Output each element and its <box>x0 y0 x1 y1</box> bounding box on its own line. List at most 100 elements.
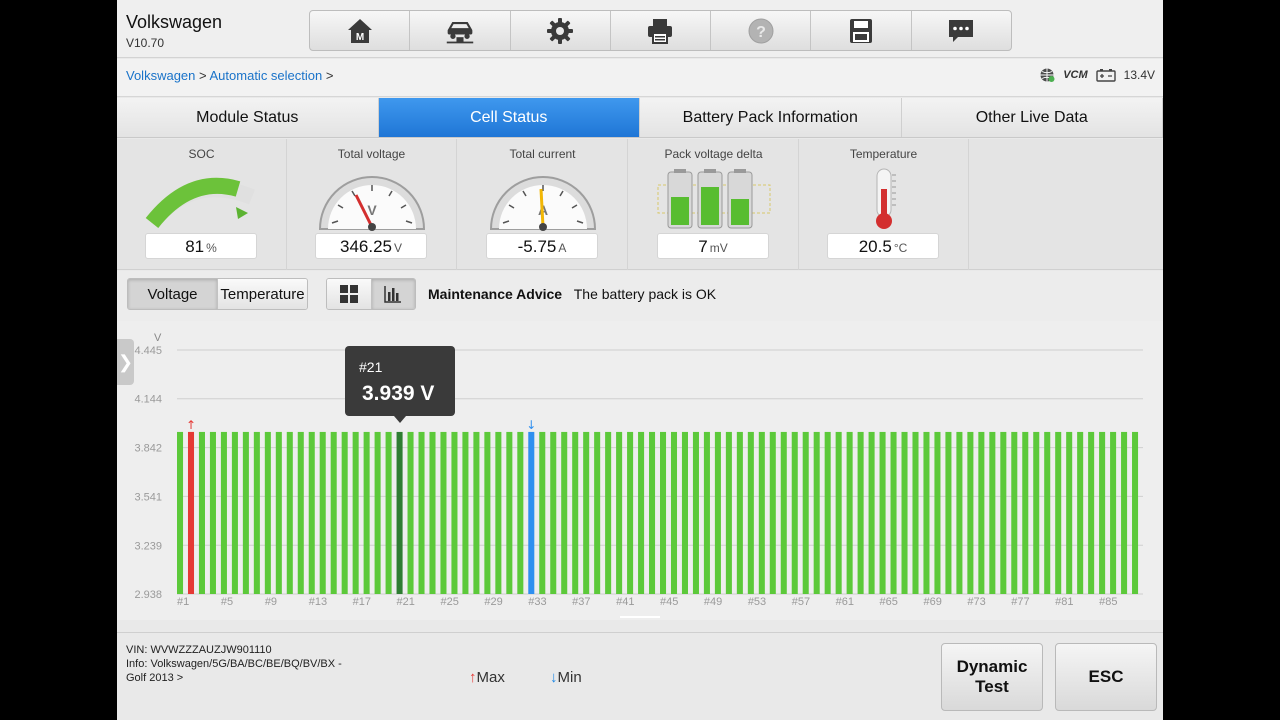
voltage-dial-icon: V <box>318 176 425 231</box>
bar-cell-55 <box>769 431 776 594</box>
soc-unit: % <box>206 241 217 255</box>
bar-cell-34 <box>539 431 546 594</box>
bar-cell-73 <box>967 431 974 594</box>
bar-cell-87 <box>1121 431 1128 594</box>
bar-cell-44 <box>649 431 656 594</box>
dynamic-test-label-2: Test <box>975 677 1009 696</box>
cell-voltage-bar-chart: V 2.938 3.239 3.541 3.842 4.144 4.445 ↑ ↓ #1 #5 #9 #… <box>134 332 1143 618</box>
breadcrumb: Volkswagen > Automatic selection > <box>126 68 333 83</box>
bar-cell-81 <box>1055 431 1062 594</box>
bar-cell-52 <box>736 431 743 594</box>
tooltip-cell: #21 <box>359 359 383 375</box>
bar-cell-48 <box>692 431 699 594</box>
home-button[interactable]: M <box>310 11 411 50</box>
temperature-toggle-button[interactable]: Temperature <box>217 279 307 309</box>
x-tick-label: #77 <box>1011 596 1029 608</box>
bar-cell-60 <box>824 431 831 594</box>
temperature-unit: °C <box>893 241 908 255</box>
y-axis-label: V <box>154 332 162 344</box>
dynamic-test-button[interactable]: Dynamic Test <box>941 643 1043 711</box>
y-tick-label: 4.144 <box>134 394 162 406</box>
side-panel-handle[interactable]: ❯ <box>117 339 134 385</box>
y-tick-label: 2.938 <box>134 589 162 601</box>
tab-cell-status[interactable]: Cell Status <box>378 98 640 137</box>
bar-cell-53 <box>747 431 754 594</box>
settings-button[interactable] <box>511 11 611 50</box>
x-tick-label: #49 <box>704 596 722 608</box>
legend-max-label: Max <box>476 669 505 686</box>
bar-cell-47 <box>681 431 688 594</box>
chart-controls: Voltage Temperature Maintenance Advice T… <box>117 271 1163 321</box>
bar-cell-41 <box>616 431 623 594</box>
toolbar: M ? <box>309 10 1012 51</box>
bar-cell-63 <box>857 431 864 594</box>
legend-min-label: Min <box>557 669 582 686</box>
tab-other-live-data[interactable]: Other Live Data <box>901 98 1163 137</box>
bar-cell-35 <box>550 431 557 594</box>
delta-title: Pack voltage delta <box>664 147 763 161</box>
delta-value-box: 7 mV <box>657 233 769 259</box>
bar-cell-22 <box>407 431 414 594</box>
voltage-title: Total voltage <box>337 147 406 161</box>
delta-value: 7 <box>698 237 708 256</box>
display-mode-toggle <box>326 278 416 310</box>
bar-cell-56 <box>780 431 787 594</box>
voltage-toggle-button[interactable]: Voltage <box>128 279 217 309</box>
x-tick-label: #29 <box>484 596 502 608</box>
bar-cell-40 <box>605 431 612 594</box>
vehicle-info: VIN: WVWZZZAUZJW901110 Info: Volkswagen/… <box>126 643 366 685</box>
bar-cell-31 <box>506 431 513 594</box>
vehicle-lift-button[interactable] <box>410 11 511 50</box>
app-title: Volkswagen <box>126 12 223 32</box>
bar-cell-69 <box>923 431 930 594</box>
bar-cell-77 <box>1011 431 1018 594</box>
x-tick-label: #21 <box>397 596 415 608</box>
bar-cell-2 <box>187 431 195 594</box>
cell-voltage-chart: V 2.938 3.239 3.541 3.842 4.144 4.445 ↑ ↓ #1 #5 #9 #… <box>117 321 1163 620</box>
delta-unit: mV <box>709 241 728 255</box>
bar-cell-26 <box>451 431 458 594</box>
temperature-title: Temperature <box>849 147 918 161</box>
bar-cell-3 <box>198 431 205 594</box>
y-tick-label: 4.445 <box>134 345 162 357</box>
brand: Volkswagen V10.70 <box>126 12 222 50</box>
current-value-box: -5.75 A <box>486 233 598 259</box>
esc-button[interactable]: ESC <box>1055 643 1157 711</box>
gear-icon <box>547 17 574 44</box>
bar-cell-78 <box>1022 431 1029 594</box>
y-tick-label: 3.541 <box>134 491 162 503</box>
info-line-1: Info: Volkswagen/5G/BA/BC/BE/BQ/BV/BX - <box>126 658 342 670</box>
header: Volkswagen V10.70 M ? <box>117 0 1163 58</box>
bar-chart-icon <box>384 286 402 303</box>
pack-voltage-delta-gauge: Pack voltage delta 7 mV <box>629 139 799 270</box>
x-tick-label: #17 <box>353 596 371 608</box>
help-icon: ? <box>748 18 774 43</box>
bar-chart-view-button[interactable] <box>370 279 415 309</box>
x-tick-label: #57 <box>792 596 810 608</box>
arrow-down-icon: ↓ <box>550 669 558 686</box>
bar-cell-71 <box>945 431 952 594</box>
bar-cell-11 <box>286 431 293 594</box>
chevron-right-icon: ❯ <box>117 352 134 372</box>
tab-battery-pack-information[interactable]: Battery Pack Information <box>640 98 902 137</box>
bar-cell-1 <box>177 431 184 594</box>
message-button[interactable] <box>912 11 1011 50</box>
breadcrumb-item-automatic-selection[interactable]: Automatic selection <box>210 68 323 83</box>
tab-module-status[interactable]: Module Status <box>117 98 379 137</box>
grid-icon <box>339 285 358 303</box>
print-button[interactable] <box>611 11 712 50</box>
tab-bar: Module Status Cell Status Battery Pack I… <box>117 98 1163 138</box>
bar-cell-75 <box>989 431 996 594</box>
total-current-gauge: Total current A -5.75A <box>458 139 628 270</box>
bar-cell-19 <box>374 431 381 594</box>
help-button[interactable]: ? <box>711 11 812 50</box>
breadcrumb-item-volkswagen[interactable]: Volkswagen <box>126 68 195 83</box>
x-tick-label: #33 <box>528 596 546 608</box>
bar-cell-27 <box>462 431 469 594</box>
soc-gauge: SOC 81% <box>117 139 287 270</box>
save-button[interactable] <box>811 11 912 50</box>
bar-cell-42 <box>627 431 634 594</box>
bar-cell-8 <box>253 431 260 594</box>
grid-view-button[interactable] <box>327 279 371 309</box>
info-line-2[interactable]: Golf 2013 > <box>126 671 366 685</box>
